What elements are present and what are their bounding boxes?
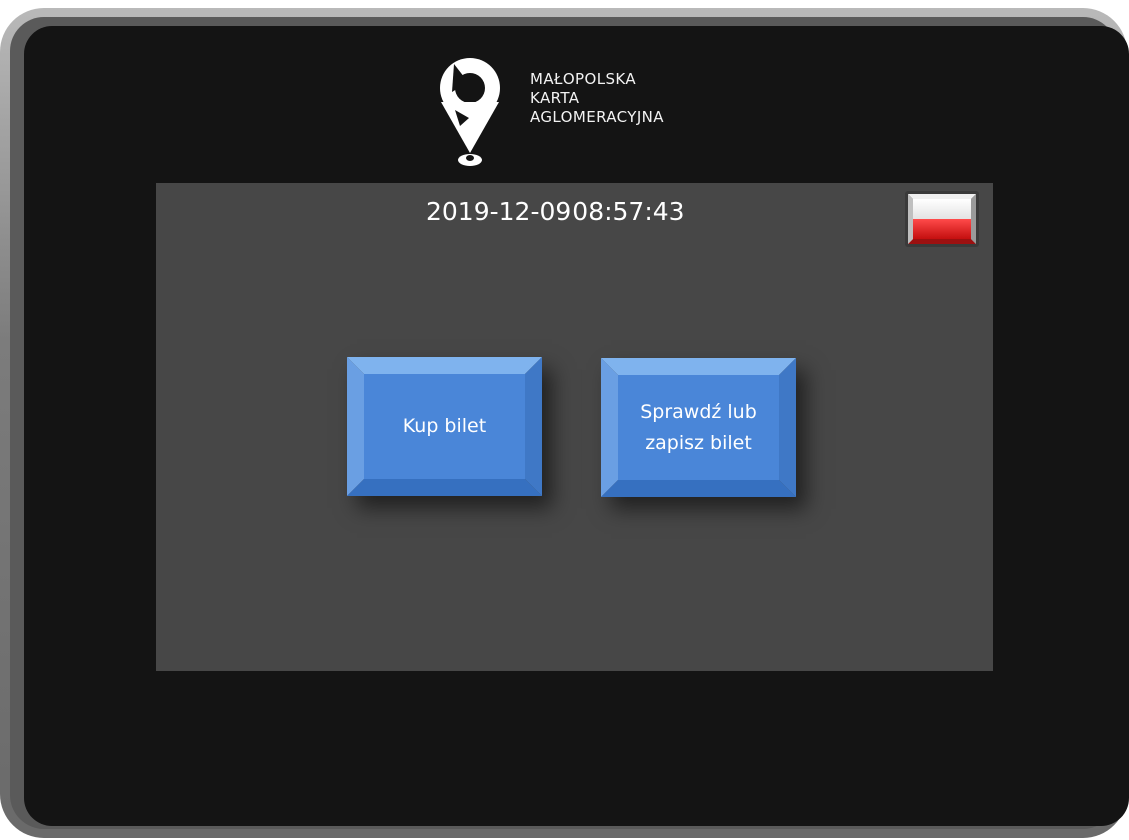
time-text: 08:57:43	[572, 197, 685, 226]
map-pin-logo-icon	[440, 58, 500, 166]
buy-ticket-button[interactable]: Kup bilet	[347, 357, 542, 496]
datetime-display: 2019-12-0908:57:43	[426, 195, 685, 229]
check-ticket-button[interactable]: Sprawdź lub zapisz bilet	[601, 358, 796, 497]
date-text: 2019-12-09	[426, 197, 572, 226]
language-button[interactable]	[905, 191, 979, 247]
brand-line-1: MAŁOPOLSKA	[530, 70, 637, 88]
brand-name: MAŁOPOLSKA KARTA AGLOMERACYJNA	[530, 70, 664, 127]
brand-header: MAŁOPOLSKA KARTA AGLOMERACYJNA	[438, 48, 738, 170]
poland-flag-icon	[905, 191, 979, 247]
brand-line-2: KARTA	[530, 89, 580, 107]
check-ticket-label: Sprawdź lub zapisz bilet	[640, 400, 757, 454]
main-screen: 2019-12-0908:57:43 Kup bilet Sprawdź lub…	[156, 183, 993, 671]
brand-line-3: AGLOMERACYJNA	[530, 108, 664, 126]
buy-ticket-label: Kup bilet	[402, 415, 487, 437]
